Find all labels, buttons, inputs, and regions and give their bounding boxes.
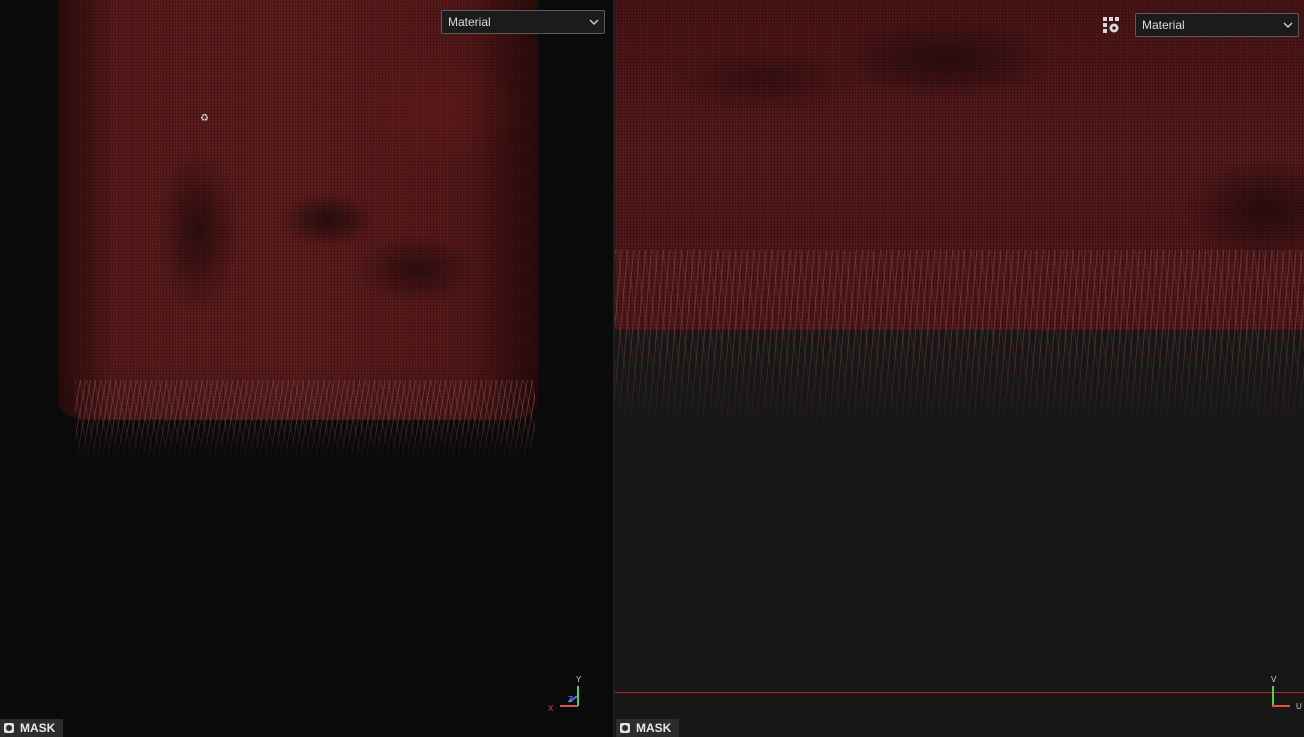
shading-mode-select-3d[interactable]: Material	[441, 10, 605, 34]
axis-gizmo-3d: Y X Z	[546, 674, 582, 714]
axis-label-v: V	[1271, 675, 1277, 684]
mask-toggle-2d[interactable]: MASK	[616, 719, 680, 737]
shading-mode-label-3d: Material	[448, 15, 491, 29]
viewport-3d[interactable]: ♻ Material Y X Z MASK	[0, 0, 613, 737]
fabric-mesh-3d	[58, 0, 538, 420]
brush-cursor-icon: ♻	[200, 113, 209, 124]
shading-mode-label-2d: Material	[1142, 18, 1185, 32]
chevron-down-icon	[589, 19, 599, 25]
grid-settings-icon[interactable]	[1102, 16, 1120, 34]
mask-label-2d: MASK	[636, 721, 672, 735]
mask-icon	[620, 723, 630, 733]
shading-mode-select-2d[interactable]: Material	[1135, 13, 1299, 37]
viewport-2d[interactable]: Material V U MASK	[615, 0, 1304, 737]
mask-label-3d: MASK	[20, 721, 56, 735]
axis-label-x: X	[548, 704, 554, 713]
axis-label-z: Z	[568, 695, 573, 704]
axis-label-y: Y	[576, 675, 582, 684]
uv-boundary-line	[615, 692, 1304, 693]
chevron-down-icon	[1283, 22, 1293, 28]
fabric-fringe-2d	[615, 250, 1304, 430]
fabric-fringe-3d	[75, 380, 535, 460]
mask-toggle-3d[interactable]: MASK	[0, 719, 64, 737]
axis-label-u: U	[1296, 702, 1302, 711]
mask-icon	[4, 723, 14, 733]
axis-gizmo-2d: V U	[1268, 674, 1304, 714]
